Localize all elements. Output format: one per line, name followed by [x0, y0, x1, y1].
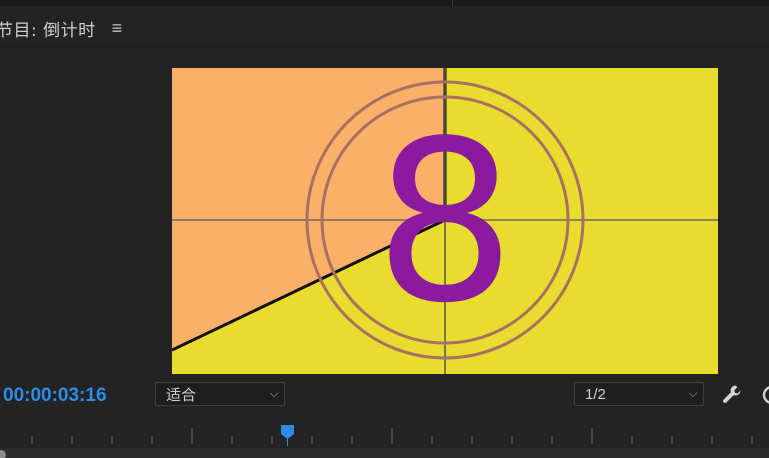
countdown-leader-frame: 8: [172, 68, 718, 374]
playback-resolution-value: 1/2: [585, 385, 606, 403]
playback-resolution-select[interactable]: 1/2 ⌵: [574, 382, 704, 406]
zoom-fit-select[interactable]: 适合 ⌵: [155, 382, 285, 406]
top-strip: [0, 0, 769, 6]
wrench-icon[interactable]: [721, 383, 745, 407]
panel-header: 节目: 倒计时 ≡: [0, 10, 122, 46]
time-ruler[interactable]: [0, 418, 769, 448]
timeline-scroll-track[interactable]: [0, 448, 769, 458]
countdown-number: 8: [374, 94, 515, 352]
program-monitor: 节目: 倒计时 ≡ 8 00:00:03:16 适合 ⌵ 1/2 ⌵: [0, 0, 769, 458]
panel-title[interactable]: 节目: 倒计时: [0, 16, 96, 41]
playhead-marker[interactable]: [281, 425, 294, 446]
hamburger-menu-icon[interactable]: ≡: [112, 18, 123, 39]
chevron-down-icon: ⌵: [269, 387, 279, 400]
more-controls-icon[interactable]: [762, 384, 769, 406]
playhead-timecode[interactable]: 00:00:03:16: [3, 385, 107, 407]
chevron-down-icon: ⌵: [688, 387, 698, 400]
header-divider: [0, 46, 769, 47]
timeline-scroll-handle[interactable]: [0, 450, 6, 458]
top-divider: [452, 0, 453, 6]
zoom-fit-value: 适合: [166, 385, 197, 404]
monitor-controls: 00:00:03:16 适合 ⌵ 1/2 ⌵: [0, 378, 769, 414]
video-viewer[interactable]: 8: [172, 68, 718, 374]
